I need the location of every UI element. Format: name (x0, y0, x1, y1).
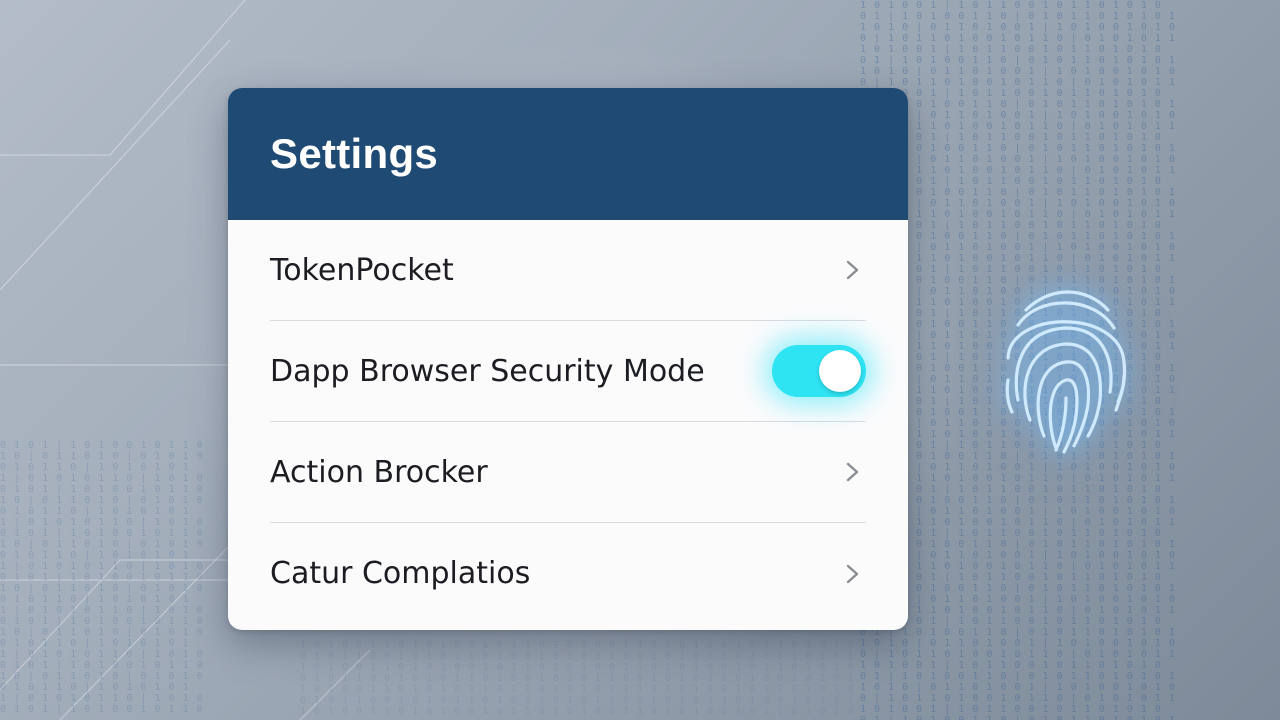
settings-panel: Settings TokenPocket Dapp Browser Securi… (228, 88, 908, 630)
settings-item-label: TokenPocket (270, 252, 454, 288)
settings-item-dapp-browser-security-mode: Dapp Browser Security Mode (270, 321, 866, 422)
background-binary-code-bottom: 1 0 1 0 0 1 1 0 1 0 1 0 0 1 0 1 1 0 1 0 … (300, 640, 855, 717)
fingerprint-icon (990, 280, 1140, 460)
chevron-right-icon (842, 260, 862, 280)
settings-title: Settings (270, 130, 439, 177)
settings-header: Settings (228, 88, 908, 220)
settings-item-label: Catur Complatios (270, 556, 531, 591)
toggle-knob (819, 350, 861, 392)
chevron-right-icon (842, 462, 862, 482)
chevron-right-icon (842, 564, 862, 584)
settings-list: TokenPocket Dapp Browser Security Mode A… (228, 220, 908, 624)
settings-item-label: Dapp Browser Security Mode (270, 353, 705, 389)
settings-item-catur-complatios[interactable]: Catur Complatios (270, 523, 866, 624)
security-mode-toggle[interactable] (772, 345, 866, 397)
settings-item-label: Action Brocker (270, 454, 488, 490)
settings-item-action-brocker[interactable]: Action Brocker (270, 422, 866, 523)
settings-item-tokenpocket[interactable]: TokenPocket (270, 220, 866, 321)
